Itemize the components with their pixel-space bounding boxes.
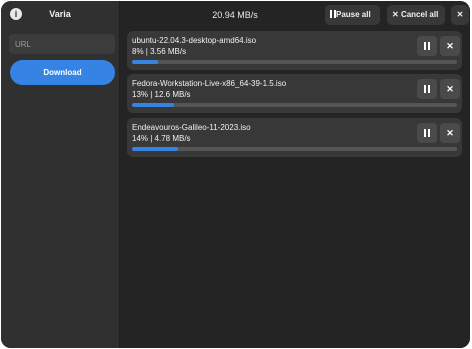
progress-bar (132, 103, 457, 107)
pause-all-button[interactable]: Pause all (325, 5, 380, 25)
pause-icon (424, 41, 426, 50)
cancel-icon: ✕ (446, 128, 454, 138)
sidebar: i Varia Download (1, 1, 120, 348)
download-filename: Fedora-Workstation-Live-x86_64-39-1.5.is… (132, 79, 287, 88)
cancel-all-label: Cancel all (400, 10, 439, 19)
url-input[interactable] (9, 34, 115, 54)
cancel-download-button[interactable]: ✕ (440, 79, 460, 99)
pause-icon (424, 84, 426, 93)
download-item: ubuntu-22.04.3-desktop-amd64.iso 8% | 3.… (127, 31, 462, 70)
pause-download-button[interactable] (417, 123, 437, 143)
progress-fill (132, 60, 158, 64)
close-icon: ✕ (456, 10, 464, 19)
pause-all-label: Pause all (336, 10, 371, 19)
download-status: 8% | 3.56 MB/s (132, 47, 187, 56)
main-header: 20.94 MB/s Pause all ✕ Cancel all ✕ (120, 1, 470, 29)
cancel-all-button[interactable]: ✕ Cancel all (387, 5, 445, 25)
pause-icon (424, 128, 426, 137)
cancel-download-button[interactable]: ✕ (440, 36, 460, 56)
progress-fill (132, 103, 175, 107)
download-status: 13% | 12.6 MB/s (132, 90, 191, 99)
pause-icon (330, 9, 332, 18)
download-item: Endeavouros-Galileo-11-2023.iso 14% | 4.… (127, 118, 462, 157)
app-window: i Varia Download 20.94 MB/s Pause all ✕ … (1, 1, 470, 348)
total-speed: 20.94 MB/s (212, 10, 258, 20)
download-button[interactable]: Download (10, 60, 115, 85)
cancel-icon: ✕ (446, 41, 454, 51)
download-filename: ubuntu-22.04.3-desktop-amd64.iso (132, 36, 257, 45)
download-filename: Endeavouros-Galileo-11-2023.iso (132, 123, 251, 132)
app-title: Varia (49, 9, 71, 19)
cancel-icon: ✕ (446, 84, 454, 94)
cancel-download-button[interactable]: ✕ (440, 123, 460, 143)
pause-download-button[interactable] (417, 79, 437, 99)
sidebar-header: i Varia (1, 1, 119, 29)
progress-fill (132, 147, 178, 151)
close-window-button[interactable]: ✕ (451, 5, 469, 25)
download-status: 14% | 4.78 MB/s (132, 134, 191, 143)
progress-bar (132, 147, 457, 151)
download-item: Fedora-Workstation-Live-x86_64-39-1.5.is… (127, 74, 462, 113)
cancel-icon: ✕ (392, 10, 399, 19)
pause-download-button[interactable] (417, 36, 437, 56)
downloads-panel: 20.94 MB/s Pause all ✕ Cancel all ✕ ubun… (120, 1, 470, 348)
progress-bar (132, 60, 457, 64)
